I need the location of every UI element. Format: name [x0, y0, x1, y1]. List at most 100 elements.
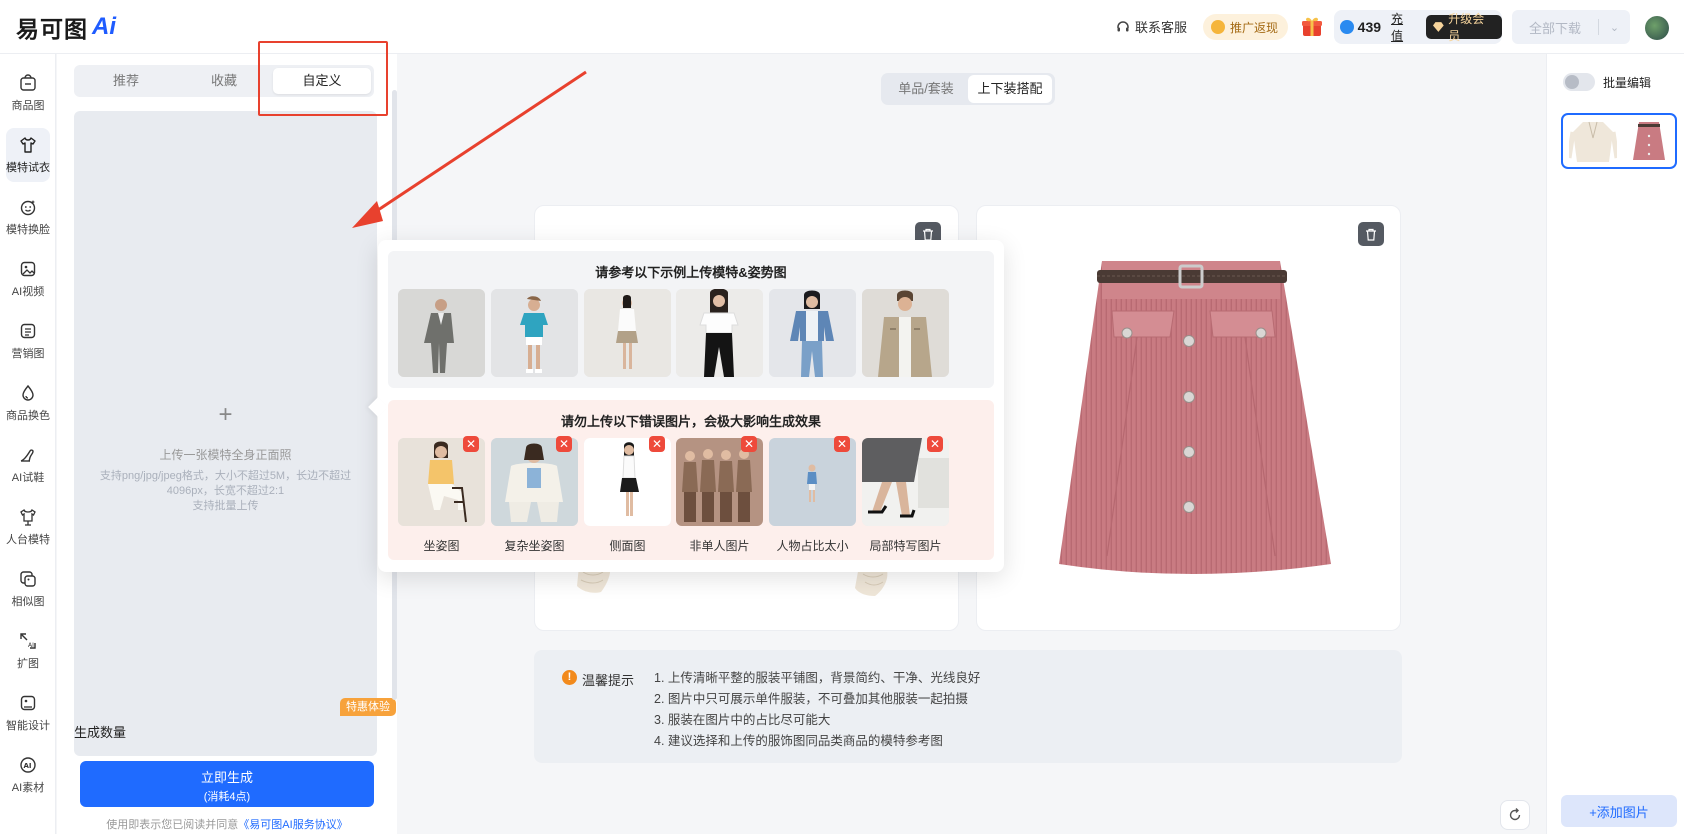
top-bar: 易可图 Ai 联系客服 推广返现 439 充值 升级会员 全部下载 ⌄: [0, 0, 1684, 54]
outfit-thumbnail[interactable]: [1561, 113, 1677, 169]
agreement-text: 使用即表示您已阅读并同意《易可图AI服务协议》: [57, 816, 397, 832]
nav-label: 模特试衣: [6, 162, 50, 174]
bad-example-label: 局部特写图片: [869, 539, 942, 553]
left-nav: 商品图 模特试衣 模特换脸 AI视频 营销图 商品换色 AI试鞋 人台模特 相似…: [0, 54, 56, 834]
tab-custom[interactable]: 自定义: [273, 68, 371, 94]
example-image: [862, 289, 949, 377]
model-source-tabs: 推荐 收藏 自定义: [74, 65, 374, 97]
vip-label: 升级会员: [1448, 12, 1485, 43]
coin-icon: [1211, 20, 1225, 34]
contact-label: 联系客服: [1135, 20, 1188, 35]
tip-item: 4. 建议选择和上传的服饰图同品类商品的模特参考图: [654, 734, 943, 748]
nav-item-face-swap[interactable]: 模特换脸: [0, 188, 56, 246]
good-examples-title: 请参考以下示例上传模特&姿势图: [595, 265, 787, 280]
agreement-link[interactable]: 《易可图AI服务协议》: [238, 819, 347, 831]
tab-recommended[interactable]: 推荐: [77, 68, 175, 94]
example-image: [584, 289, 671, 377]
settings-panel: 推荐 收藏 自定义 + 上传一张模特全身正面照 支持png/jpg/jpeg格式…: [57, 54, 397, 834]
upload-format-hint: 支持png/jpg/jpeg格式，大小不超过5M，长边不超过4096px，长宽不…: [99, 470, 352, 497]
close-icon: ✕: [463, 436, 479, 452]
nav-label: AI素材: [11, 782, 45, 794]
promo-cashback-button[interactable]: 推广返现: [1203, 14, 1289, 40]
nav-item-model-tryon[interactable]: 模特试衣: [0, 126, 56, 184]
similar-image-icon: [20, 571, 36, 587]
nav-label: 模特换脸: [6, 224, 50, 236]
tip-item: 3. 服装在图片中的占比尽可能大: [654, 713, 831, 727]
svg-text:AI: AI: [24, 762, 32, 770]
logo[interactable]: 易可图 Ai: [16, 12, 116, 43]
gift-icon[interactable]: [1300, 14, 1324, 38]
mode-top-bottom[interactable]: 上下装搭配: [968, 75, 1052, 103]
promo-label: 推广返现: [1230, 20, 1279, 35]
color-drop-icon: [22, 384, 34, 401]
model-upload-dropzone[interactable]: + 上传一张模特全身正面照 支持png/jpg/jpeg格式，大小不超过5M，长…: [74, 111, 377, 756]
mannequin-icon: [20, 508, 36, 526]
tips-list: 1. 上传清晰平整的服装平铺图，背景简约、干净、光线良好 2. 图片中只可展示单…: [654, 668, 980, 752]
close-icon: ✕: [649, 436, 665, 452]
nav-item-ai-material[interactable]: AI AI素材: [0, 746, 56, 804]
points-count: 439: [1357, 19, 1382, 35]
upgrade-vip-button[interactable]: 升级会员: [1426, 12, 1503, 43]
chevron-down-icon[interactable]: ⌄: [1599, 21, 1630, 34]
download-all-button[interactable]: 全部下载 ⌄: [1512, 10, 1630, 44]
svg-text:AI: AI: [28, 642, 34, 649]
upload-batch-hint: 支持批量上传: [192, 500, 259, 512]
nav-item-shoe-tryon[interactable]: AI试鞋: [0, 436, 56, 494]
add-image-button[interactable]: +添加图片: [1561, 795, 1677, 827]
blouse-thumbnail: [1569, 121, 1617, 162]
bad-example-label: 侧面图: [609, 539, 646, 553]
example-image: [769, 289, 856, 377]
face-icon: [20, 200, 36, 216]
close-icon: ✕: [834, 436, 850, 452]
bad-example-label: 非单人图片: [689, 539, 750, 553]
skirt-image: [1059, 261, 1331, 574]
upload-hint: 支持png/jpg/jpeg格式，大小不超过5M，长边不超过4096px，长宽不…: [94, 469, 357, 514]
logo-ai: Ai: [92, 13, 116, 40]
diamond-icon: [1433, 22, 1445, 32]
product-image-icon: [20, 74, 36, 91]
shoe-icon: [20, 449, 34, 462]
nav-label: AI视频: [11, 286, 45, 298]
nav-item-mannequin[interactable]: 人台模特: [0, 498, 56, 556]
generate-label: 立即生成: [200, 770, 253, 785]
example-image: [491, 289, 578, 377]
recharge-link[interactable]: 充值: [1391, 10, 1414, 44]
agreement-prefix: 使用即表示您已阅读并同意: [106, 819, 239, 831]
generate-now-button[interactable]: 立即生成 (消耗4点): [80, 761, 374, 807]
close-icon: ✕: [927, 436, 943, 452]
nav-item-smart-design[interactable]: 智能设计: [0, 684, 56, 742]
nav-label: 商品换色: [6, 410, 50, 422]
nav-item-product-image[interactable]: 商品图: [0, 64, 56, 122]
headset-icon: [1117, 20, 1129, 31]
good-examples-section: 请参考以下示例上传模特&姿势图: [388, 251, 994, 388]
download-all-label: 全部下载: [1528, 20, 1581, 36]
marketing-icon: [20, 323, 36, 339]
upload-guide-popover: 请参考以下示例上传模特&姿势图 请勿上传以下错误图片，会极大影响生成效果 ✕ 坐…: [378, 240, 1004, 572]
close-icon: ✕: [741, 436, 757, 452]
nav-item-color-change[interactable]: 商品换色: [0, 374, 56, 432]
warning-icon: !: [562, 670, 577, 685]
nav-item-similar-image[interactable]: 相似图: [0, 560, 56, 618]
avatar[interactable]: [1645, 16, 1669, 40]
nav-label: 商品图: [11, 100, 45, 112]
expand-icon: AI: [20, 633, 36, 649]
nav-item-expand[interactable]: AI 扩图: [0, 622, 56, 680]
refresh-icon[interactable]: [1500, 800, 1530, 830]
nav-item-marketing[interactable]: 营销图: [0, 312, 56, 370]
smart-design-icon: [20, 695, 36, 711]
example-image: [676, 289, 763, 377]
ai-material-icon: AI: [20, 757, 36, 773]
contact-support-button[interactable]: 联系客服: [1116, 17, 1187, 36]
nav-label: 人台模特: [6, 534, 50, 546]
generate-count-label: 生成数量: [74, 725, 127, 740]
nav-item-ai-video[interactable]: AI视频: [0, 250, 56, 308]
logo-text: 易可图: [16, 17, 88, 43]
nav-label: 相似图: [11, 596, 45, 608]
tab-favorites[interactable]: 收藏: [175, 68, 273, 94]
points-icon: [1340, 20, 1354, 34]
garment-card-bottom[interactable]: [976, 205, 1401, 631]
nav-label: 扩图: [17, 658, 39, 670]
bad-examples-title: 请勿上传以下错误图片，会极大影响生成效果: [560, 414, 821, 429]
batch-edit-toggle[interactable]: [1563, 73, 1595, 91]
mode-single-set[interactable]: 单品/套装: [884, 75, 968, 103]
